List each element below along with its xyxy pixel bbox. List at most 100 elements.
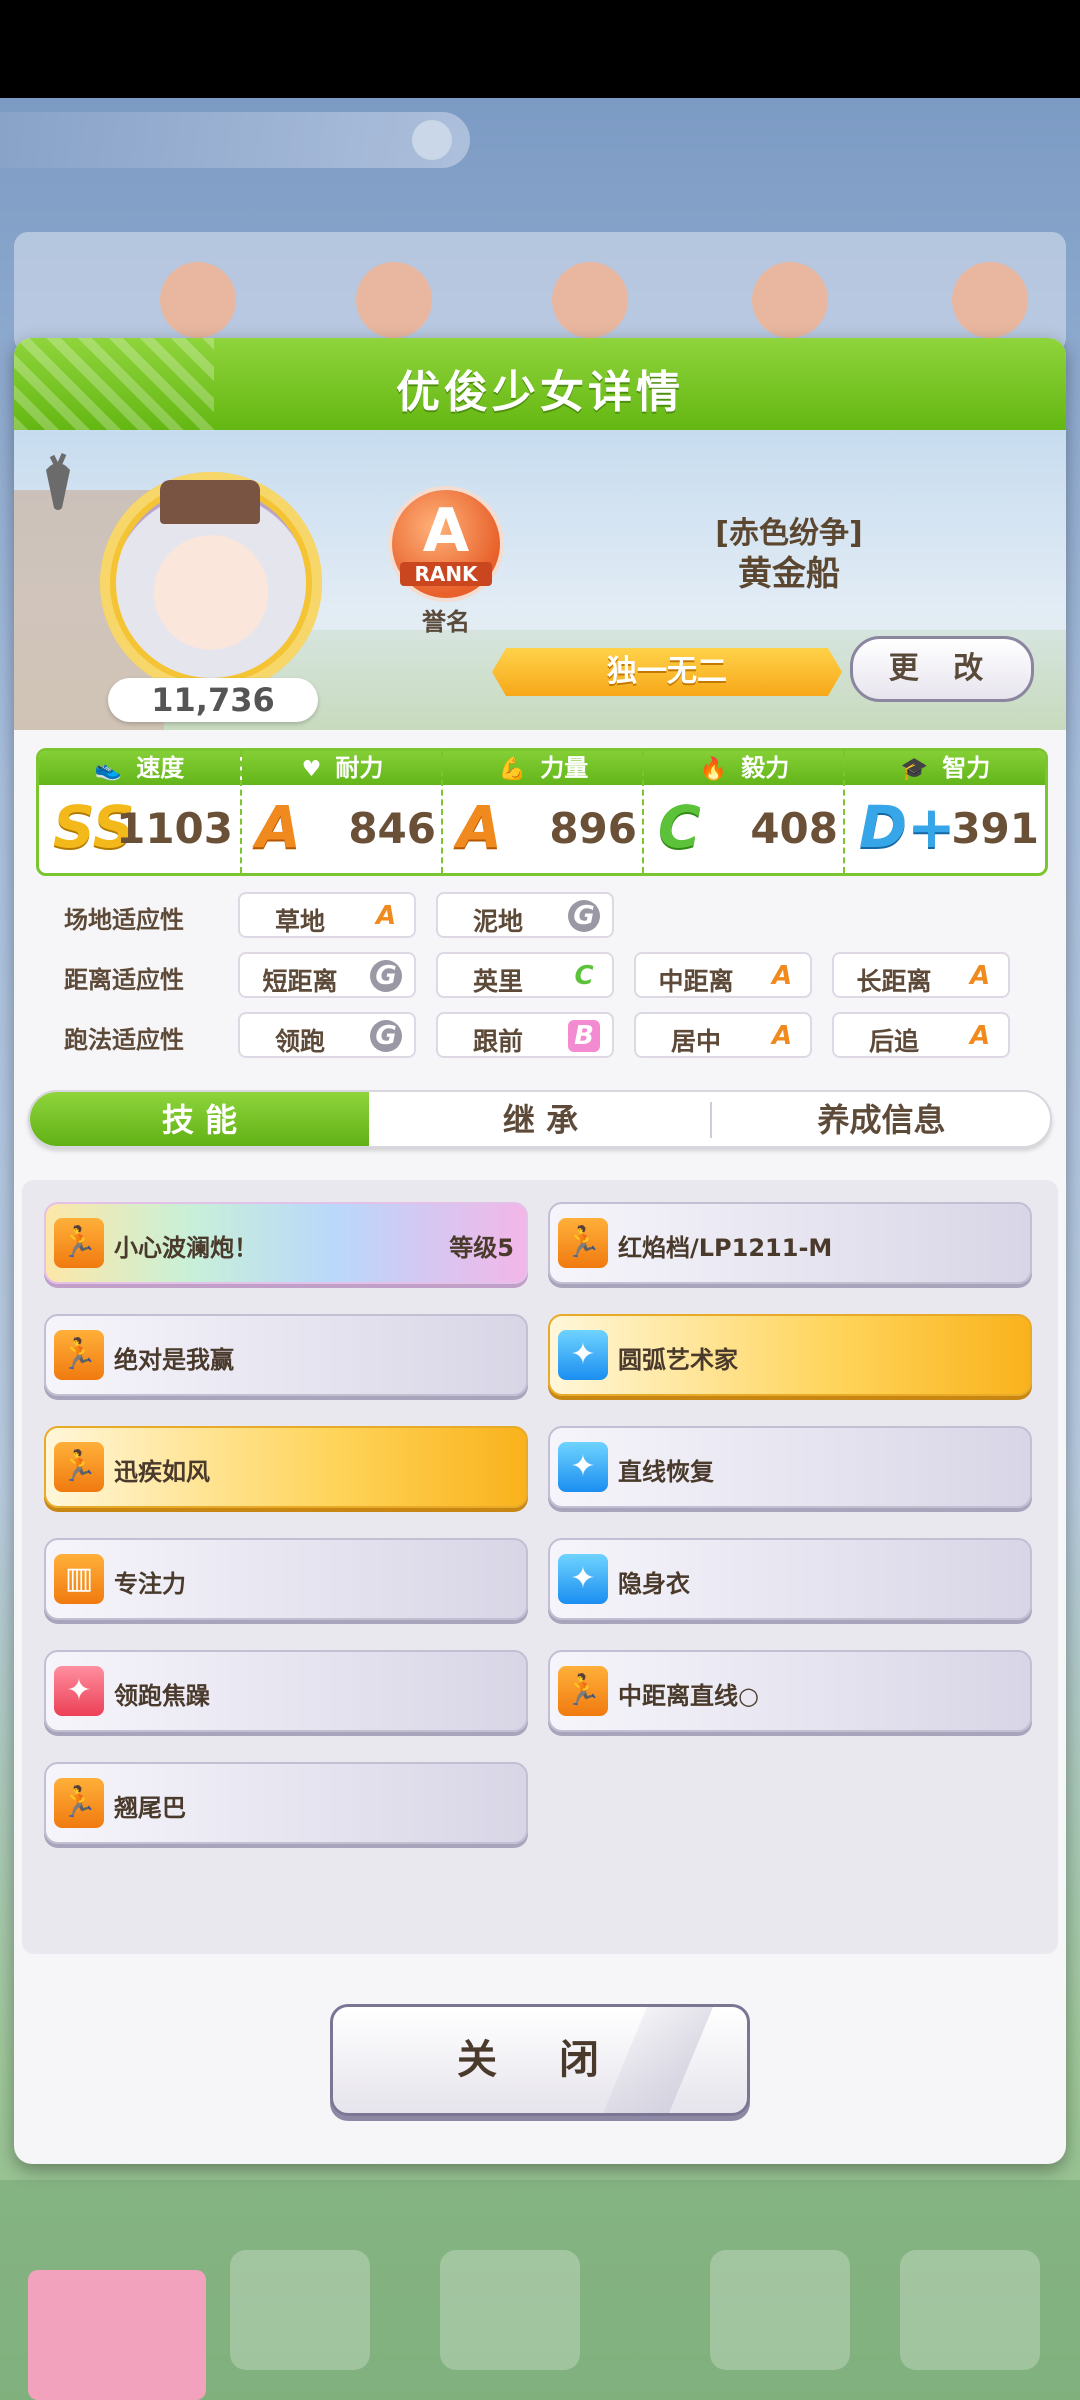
aptitude-name: 跟前	[472, 1027, 523, 1056]
aptitude-grade: B	[568, 1020, 600, 1052]
muscle-icon: 💪	[498, 757, 527, 782]
skill-list: 🏃 小心波澜炮！ 等级5 🏃 红焰档/LP1211-M 🏃 绝对是我赢 ✦ 圆弧…	[22, 1180, 1058, 1954]
aptitude-mile: 英里 C	[436, 952, 614, 998]
background-character-head	[552, 262, 628, 338]
runner-icon: 🏃	[54, 1778, 104, 1828]
skill-item[interactable]: ✦ 圆弧艺术家	[548, 1314, 1032, 1396]
skill-name: 红焰档/LP1211-M	[618, 1234, 833, 1262]
skill-name: 圆弧艺术家	[618, 1346, 738, 1374]
aptitude-grade: A	[969, 1021, 991, 1051]
stat-value: 846	[348, 804, 436, 853]
aptitude-long: 长距离 A	[832, 952, 1010, 998]
background-nav-item	[900, 2250, 1040, 2370]
stat-value: 408	[750, 804, 838, 853]
aptitude-name: 英里	[472, 967, 523, 996]
stat-label: 智力	[942, 754, 991, 782]
stat-stamina: ♥ 耐力 A 846	[240, 751, 443, 873]
change-title-button[interactable]: 更 改	[850, 636, 1034, 702]
rank-word: RANK	[400, 562, 492, 586]
stat-header: 🎓 智力	[845, 751, 1045, 785]
stat-value: 1103	[116, 804, 233, 853]
skill-item[interactable]: 🏃 小心波澜炮！ 等级5	[44, 1202, 528, 1284]
runner-icon: 🏃	[54, 1330, 104, 1380]
skill-name: 迅疾如风	[114, 1458, 210, 1486]
avatar[interactable]	[100, 472, 322, 694]
background-character-head	[160, 262, 236, 338]
skill-item[interactable]: ✦ 领跑焦躁	[44, 1650, 528, 1732]
background-character-head	[356, 262, 432, 338]
close-button[interactable]: 关 闭	[330, 2004, 750, 2116]
skill-name: 隐身衣	[618, 1570, 690, 1598]
evaluation-score: 11,736	[108, 678, 318, 722]
skill-item[interactable]: 🏃 迅疾如风	[44, 1426, 528, 1508]
profile-panel: 11,736 A RANK 誉名 [赤色纷争] 黄金船 独一无二 更 改	[14, 430, 1066, 730]
aptitude-front-runner: 领跑 G	[238, 1012, 416, 1058]
stat-guts: 🔥 毅力 C 408	[642, 751, 845, 873]
background-character-head	[952, 262, 1028, 338]
aptitude-name: 泥地	[472, 907, 523, 936]
graduation-cap-icon: 🎓	[900, 757, 929, 782]
skill-item[interactable]: ✦ 直线恢复	[548, 1426, 1032, 1508]
skill-name: 直线恢复	[618, 1458, 714, 1486]
status-bar	[0, 0, 1080, 98]
sparkle-icon: ✦	[558, 1554, 608, 1604]
heart-icon: ♥	[301, 757, 322, 782]
stat-label: 速度	[136, 754, 185, 782]
sparkle-icon: ✦	[558, 1442, 608, 1492]
dialog-header: 优俊少女详情	[14, 338, 1066, 430]
aptitude-name: 中距离	[658, 967, 734, 996]
character-name: 黄金船	[738, 554, 840, 594]
runner-icon: 🏃	[558, 1666, 608, 1716]
shoe-icon: 👟	[94, 757, 123, 782]
stat-wisdom: 🎓 智力 D+ 391	[843, 751, 1045, 873]
skill-item[interactable]: 🏃 翘尾巴	[44, 1762, 528, 1844]
stat-label: 力量	[540, 754, 589, 782]
aptitude-grade: A	[375, 901, 397, 931]
background-nav-item	[710, 2250, 850, 2370]
background-nav-item	[28, 2270, 206, 2400]
rank-badge: A RANK	[392, 490, 500, 598]
aptitude-turf: 草地 A	[238, 892, 416, 938]
background-nav-item	[440, 2250, 580, 2370]
dialog-title: 优俊少女详情	[396, 367, 684, 418]
skill-name: 领跑焦躁	[114, 1682, 210, 1710]
rank-letter: A	[422, 496, 470, 566]
skill-name: 中距离直线○	[618, 1682, 759, 1710]
stat-header: 👟 速度	[39, 751, 240, 785]
rank-label: 誉名	[422, 608, 470, 636]
stat-label: 毅力	[741, 754, 790, 782]
track-aptitude-row: 场地适应性 草地 A 泥地 G	[14, 890, 1066, 942]
uma-detail-dialog: 优俊少女详情 11,736 A RANK 誉名 [赤色纷争] 黄金船 独一无二 …	[14, 338, 1066, 2164]
background-banner-button	[412, 120, 452, 160]
aptitude-grade: G	[370, 960, 402, 992]
runner-icon: 🏃	[54, 1218, 104, 1268]
aptitude-grade: G	[568, 900, 600, 932]
aptitude-name: 居中	[670, 1027, 721, 1056]
aptitude-name: 短距离	[262, 967, 338, 996]
title-ribbon: 独一无二	[492, 648, 842, 696]
skill-item[interactable]: 🏃 中距离直线○	[548, 1650, 1032, 1732]
aptitude-late-surger: 居中 A	[634, 1012, 812, 1058]
stat-header: 🔥 毅力	[644, 751, 845, 785]
tab-inheritance[interactable]: 继 承	[371, 1092, 710, 1146]
skill-item[interactable]: 🏃 绝对是我赢	[44, 1314, 528, 1396]
carrot-icon	[46, 453, 70, 510]
skill-item[interactable]: ▥ 专注力	[44, 1538, 528, 1620]
gate-icon: ▥	[54, 1554, 104, 1604]
aptitude-label: 场地适应性	[64, 906, 184, 934]
stat-grade: C	[658, 793, 701, 861]
character-hat	[160, 480, 260, 524]
skill-item[interactable]: ✦ 隐身衣	[548, 1538, 1032, 1620]
tab-skills[interactable]: 技 能	[30, 1092, 369, 1146]
tab-training-info[interactable]: 养成信息	[712, 1092, 1050, 1146]
skill-name: 小心波澜炮！	[114, 1234, 258, 1262]
stat-speed: 👟 速度 SS 1103	[39, 751, 240, 873]
skill-item[interactable]: 🏃 红焰档/LP1211-M	[548, 1202, 1032, 1284]
aptitude-label: 距离适应性	[64, 966, 184, 994]
detail-tabs: 技 能 继 承 养成信息	[28, 1090, 1052, 1148]
close-button-label: 关 闭	[457, 2037, 623, 2083]
skill-name: 翘尾巴	[114, 1794, 186, 1822]
stat-power: 💪 力量 A 896	[441, 751, 644, 873]
aptitude-name: 草地	[274, 907, 325, 936]
aptitude-pace-chaser: 跟前 B	[436, 1012, 614, 1058]
